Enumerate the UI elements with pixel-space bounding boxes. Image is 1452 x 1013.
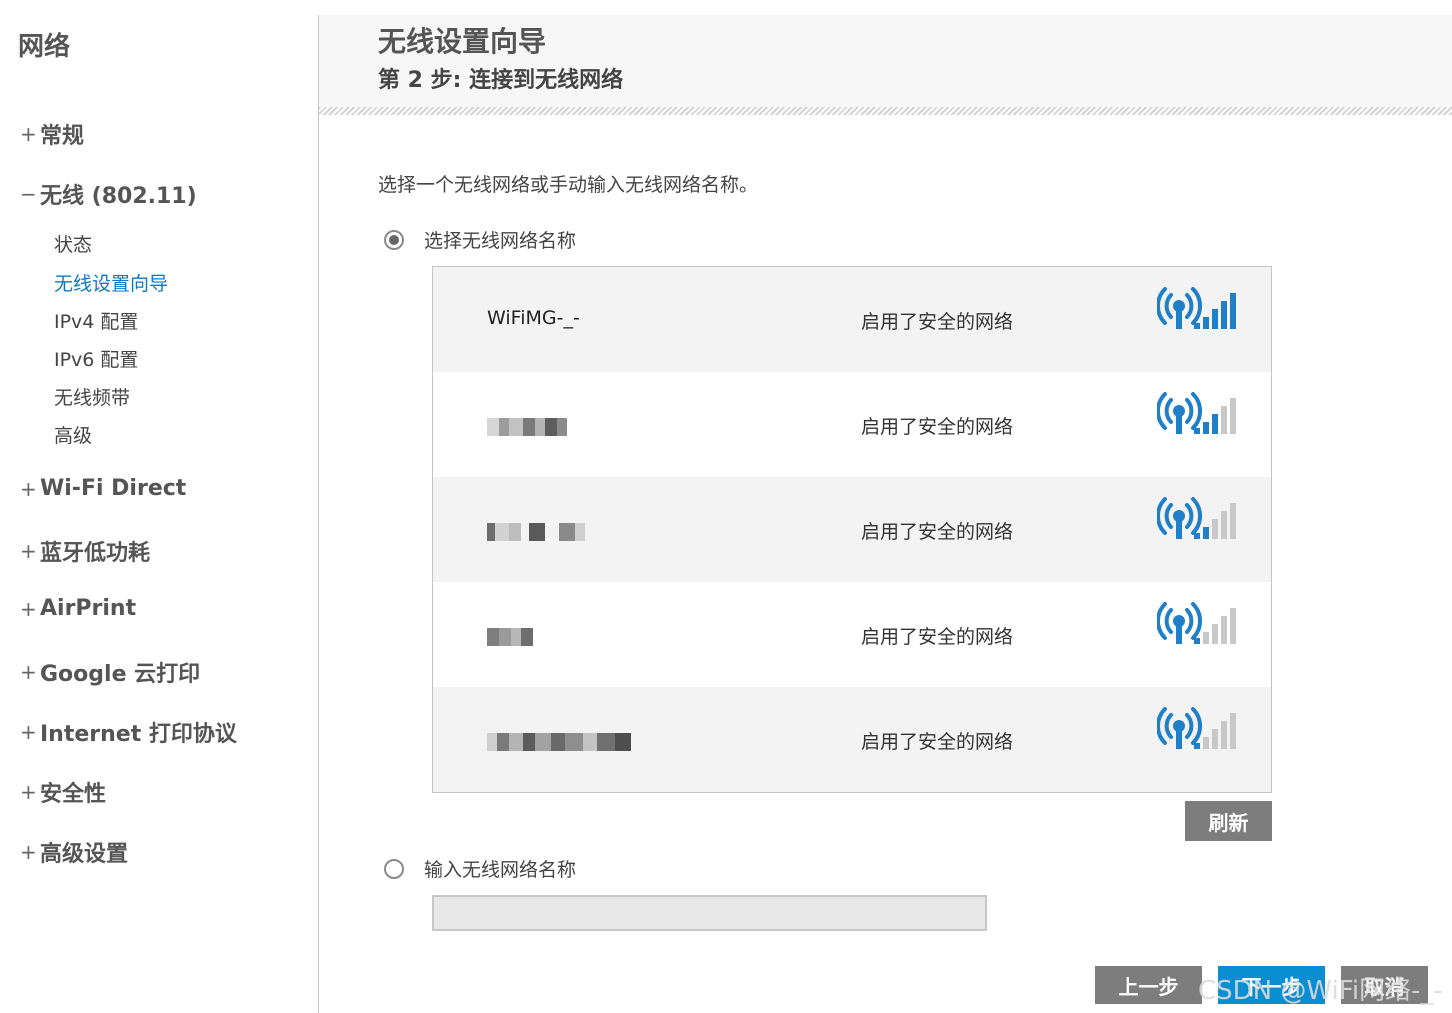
step-title: 第 2 步: 连接到无线网络 [378,68,624,93]
sidebar-item-airprint[interactable]: + AirPrint [20,596,136,621]
sidebar-subitem-wireless-band[interactable]: 无线频带 [54,383,130,410]
expand-icon: + [20,476,37,501]
sidebar-item-label: Wi-Fi Direct [40,476,187,501]
sidebar-item-wireless[interactable]: − 无线 (802.11) [20,178,197,210]
redacted-ssid [487,418,567,436]
expand-icon: + [20,539,37,563]
previous-button[interactable]: 上一步 [1095,966,1202,1004]
manual-network-label: 输入无线网络名称 [424,859,577,881]
sidebar-subitem-status[interactable]: 状态 [54,230,92,257]
wifi-signal-icon [1157,602,1236,644]
sidebar-item-google-cloud-print[interactable]: + Google 云打印 [20,656,200,688]
expand-icon: + [20,660,37,684]
sidebar-item-internet-printing-protocol[interactable]: + Internet 打印协议 [20,716,237,748]
network-row[interactable]: 启用了安全的网络 [433,582,1271,687]
expand-icon: + [20,720,37,744]
sidebar-subitem-wireless-setup-wizard[interactable]: 无线设置向导 [54,269,168,296]
sidebar-item-label: Google 云打印 [40,662,201,687]
sidebar-item-general[interactable]: + 常规 [20,118,84,150]
sidebar-item-label: 安全性 [40,782,107,807]
redacted-ssid [487,523,597,541]
network-security: 启用了安全的网络 [861,416,1014,438]
expand-icon: + [20,596,37,621]
redacted-ssid [487,733,631,751]
sidebar-divider [318,15,319,1013]
page-title: 无线设置向导 [378,25,547,58]
network-row[interactable]: WiFiMG-_- 启用了安全的网络 [433,267,1271,372]
sidebar: 网络 + 常规 − 无线 (802.11) 状态 无线设置向导 IPv4 配置 … [0,0,318,1013]
network-security: 启用了安全的网络 [861,311,1014,333]
select-network-option[interactable]: 选择无线网络名称 [384,226,576,253]
manual-network-radio[interactable] [384,858,404,879]
network-security: 启用了安全的网络 [861,626,1014,648]
network-row[interactable]: 启用了安全的网络 [433,687,1271,792]
wifi-signal-icon [1157,287,1236,329]
sidebar-subitem-ipv4-config[interactable]: IPv4 配置 [54,307,138,334]
sidebar-item-label: 蓝牙低功耗 [40,541,151,566]
sidebar-item-label: AirPrint [40,596,137,621]
manual-network-option[interactable]: 输入无线网络名称 [384,855,576,882]
network-ssid: WiFiMG-_- [487,307,580,329]
wifi-signal-icon [1157,707,1236,749]
expand-icon: + [20,840,37,864]
collapse-icon: − [20,182,37,206]
redacted-ssid [487,628,533,646]
sidebar-item-wifi-direct[interactable]: + Wi-Fi Direct [20,476,186,501]
watermark-text: CSDN @WiFi网络-_- [1198,976,1443,1006]
sidebar-item-label: 高级设置 [40,842,129,867]
network-security: 启用了安全的网络 [861,731,1014,753]
sidebar-item-label: 常规 [40,124,85,149]
network-security: 启用了安全的网络 [861,521,1014,543]
sidebar-item-label: 无线 (802.11) [40,184,197,209]
select-network-radio[interactable] [384,229,404,250]
wifi-signal-icon [1157,392,1236,434]
sidebar-subitem-advanced[interactable]: 高级 [54,421,92,448]
instruction-text: 选择一个无线网络或手动输入无线网络名称。 [378,174,759,196]
wifi-signal-icon [1157,497,1236,539]
refresh-button[interactable]: 刷新 [1185,801,1272,841]
sidebar-item-advanced-settings[interactable]: + 高级设置 [20,836,128,868]
network-row[interactable]: 启用了安全的网络 [433,372,1271,477]
sidebar-item-bluetooth-le[interactable]: + 蓝牙低功耗 [20,535,150,567]
select-network-label: 选择无线网络名称 [424,230,577,252]
expand-icon: + [20,122,37,146]
network-list: WiFiMG-_- 启用了安全的网络 启用了安全的网络 启用了安全的网络 启用了… [432,266,1272,793]
sidebar-item-label: Internet 打印协议 [40,722,237,747]
expand-icon: + [20,780,37,804]
sidebar-title: 网络 [18,32,71,62]
network-name-input[interactable] [432,895,987,931]
sidebar-subitem-ipv6-config[interactable]: IPv6 配置 [54,345,138,372]
sidebar-item-security[interactable]: + 安全性 [20,776,106,808]
header-divider [319,107,1452,115]
network-row[interactable]: 启用了安全的网络 [433,477,1271,582]
